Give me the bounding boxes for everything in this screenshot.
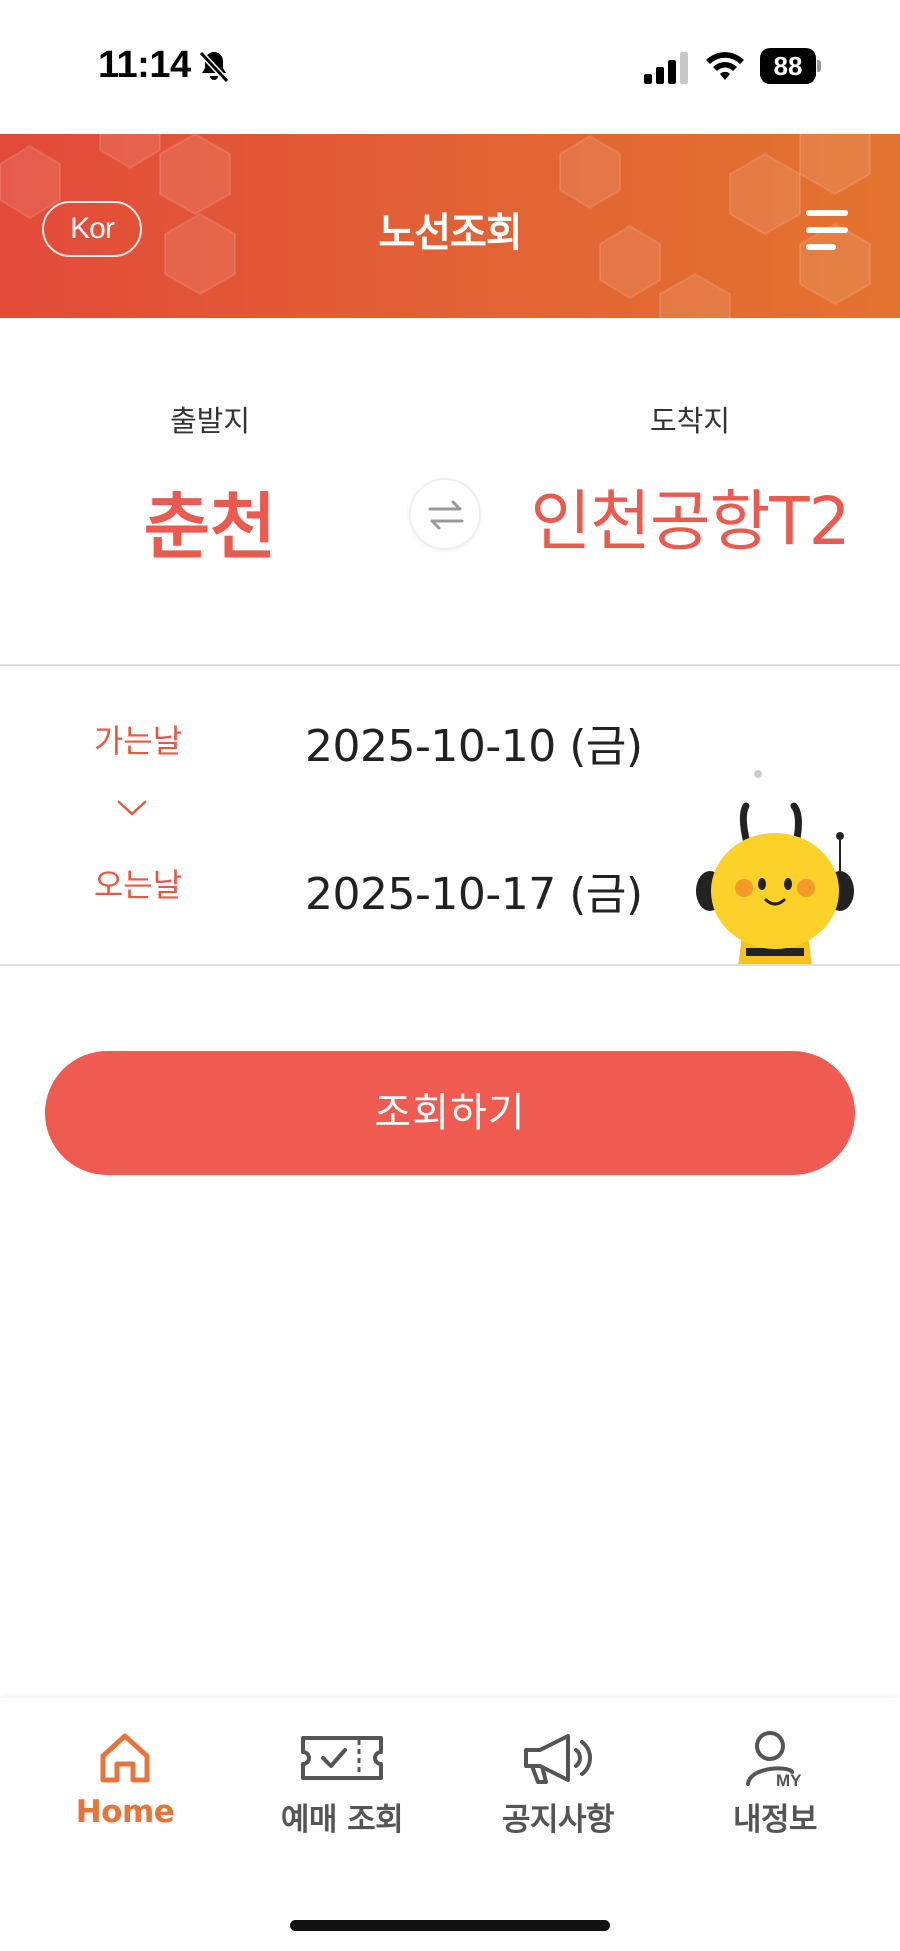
depart-date-value[interactable]: 2025-10-10 (금) <box>305 710 643 774</box>
status-time: 11:14 <box>98 44 191 86</box>
arrival-label: 도착지 <box>649 404 731 438</box>
swap-button[interactable] <box>409 478 481 550</box>
arrival-city[interactable]: 인천공항T2 <box>525 468 855 564</box>
nav-home[interactable]: Home <box>15 1728 235 1858</box>
nav-notices[interactable]: 공지사항 <box>448 1728 668 1858</box>
date-selector: 가는날 2025-10-10 (금) 오는날 2025-10-17 (금) <box>0 666 900 966</box>
search-button[interactable]: 조회하기 <box>45 1051 855 1175</box>
profile-badge: MY <box>776 1771 802 1788</box>
departure-city[interactable]: 춘천 <box>60 468 360 573</box>
return-date-value[interactable]: 2025-10-17 (금) <box>305 858 643 922</box>
battery-level: 88 <box>760 48 816 84</box>
home-indicator <box>290 1920 610 1931</box>
depart-date-label: 가는날 <box>93 722 183 760</box>
status-bar: 11:14 88 <box>0 0 900 134</box>
megaphone-icon <box>524 1734 592 1784</box>
chevron-down-icon <box>117 800 147 816</box>
departure-label: 출발지 <box>169 404 251 438</box>
nav-home-label: Home <box>75 1794 175 1830</box>
bee-mascot-icon <box>696 770 854 966</box>
divider <box>0 964 900 966</box>
return-date-label: 오는날 <box>93 866 183 904</box>
nav-my-info-label: 내정보 <box>732 1802 818 1838</box>
wifi-icon <box>706 52 744 80</box>
battery-cap <box>817 60 821 72</box>
bell-off-icon <box>198 50 230 84</box>
bottom-nav: Home 예매 조회 공지사항 MY 내정보 <box>0 1698 900 1951</box>
nav-ticket-lookup[interactable]: 예매 조회 <box>232 1728 452 1858</box>
signal-icon <box>644 52 688 84</box>
profile-icon: MY <box>746 1731 802 1788</box>
menu-icon[interactable] <box>806 208 852 252</box>
ticket-icon <box>301 1736 383 1780</box>
app-header: Kor 노선조회 <box>0 134 900 318</box>
route-selector: 출발지 춘천 도착지 인천공항T2 <box>0 318 900 664</box>
home-icon <box>100 1733 150 1783</box>
battery-icon: 88 <box>760 48 821 84</box>
swap-arrows-icon <box>428 500 464 530</box>
nav-ticket-lookup-label: 예매 조회 <box>280 1802 404 1838</box>
nav-notices-label: 공지사항 <box>501 1802 615 1838</box>
nav-my-info[interactable]: MY 내정보 <box>665 1728 885 1858</box>
page-title: 노선조회 <box>378 210 522 256</box>
